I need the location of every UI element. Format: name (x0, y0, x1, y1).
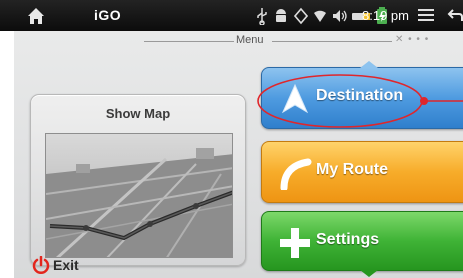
exit-button[interactable]: Exit (32, 255, 102, 275)
menu-header: Menu ✕ • • • (14, 34, 463, 48)
navigation-arrow-icon (281, 83, 309, 114)
map-preview-image (46, 134, 232, 257)
route-curve-icon (280, 158, 312, 190)
back-icon[interactable] (447, 7, 463, 23)
notch-decoration (360, 270, 378, 277)
status-bar: iGO 8:19 pm (0, 0, 463, 31)
menu-icon[interactable] (418, 9, 434, 22)
plus-icon (280, 228, 310, 258)
show-map-label: Show Map (105, 106, 171, 121)
exit-label: Exit (53, 257, 79, 273)
header-divider-left (144, 41, 234, 42)
my-route-button[interactable]: My Route (261, 141, 463, 203)
show-map-button[interactable]: Show Map (30, 94, 246, 266)
map-preview (45, 133, 233, 258)
gps-icon (294, 7, 308, 25)
settings-label: Settings (316, 231, 380, 248)
clock: 8:19 pm (362, 8, 409, 23)
usb-icon (257, 8, 267, 25)
page-indicator-icon: ✕ • • • (395, 34, 430, 45)
igo-main-menu: Menu ✕ • • • Show Map Destination My Rou… (14, 31, 463, 278)
notch-decoration (360, 61, 378, 68)
my-route-label: My Route (316, 161, 388, 178)
header-divider-right (272, 41, 392, 42)
app-title: iGO (94, 7, 122, 23)
wifi-icon (314, 10, 326, 22)
home-icon[interactable] (26, 6, 46, 26)
android-debug-icon (276, 9, 286, 22)
destination-label: Destination (316, 87, 404, 104)
power-icon (32, 256, 50, 274)
volume-icon (333, 10, 347, 22)
page-title: Menu (236, 34, 264, 46)
destination-button[interactable]: Destination (261, 61, 463, 129)
settings-button[interactable]: Settings (261, 211, 463, 277)
